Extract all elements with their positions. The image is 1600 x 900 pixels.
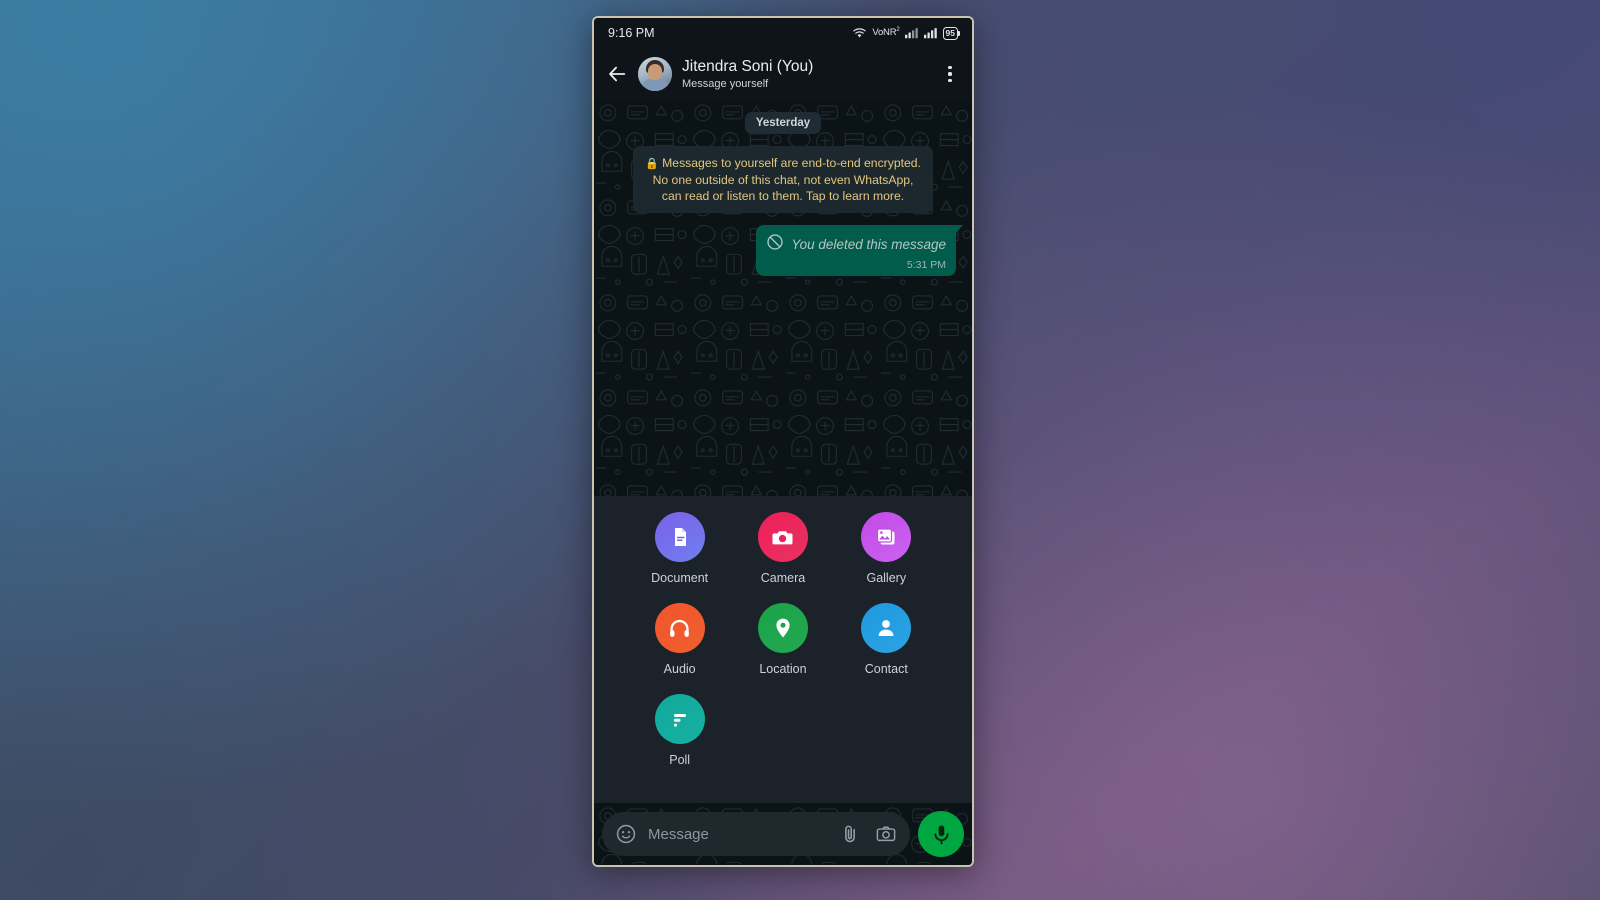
- paperclip-icon[interactable]: [839, 823, 861, 845]
- poll-bars-icon: [673, 714, 686, 727]
- chat-header-text[interactable]: Jitendra Soni (You) Message yourself: [682, 58, 930, 90]
- attachment-label: Contact: [864, 662, 908, 676]
- microphone-button[interactable]: [918, 811, 964, 857]
- lock-icon: 🔒: [645, 158, 659, 170]
- attachment-grid: Document Camera Gallery Audio Location C…: [594, 512, 972, 785]
- contact-status: Message yourself: [682, 77, 769, 90]
- message-bubble-outgoing[interactable]: You deleted this message 5:31 PM: [756, 225, 963, 277]
- status-bar: 9:16 PM VoNR2 95: [594, 18, 972, 48]
- person-icon-circle: [861, 603, 912, 653]
- deleted-message-line: You deleted this message: [766, 233, 946, 256]
- encryption-notice-text: Messages to yourself are end-to-end encr…: [652, 156, 921, 203]
- chat-header: Jitendra Soni (You) Message yourself: [594, 48, 972, 100]
- camera-icon-circle: [757, 512, 808, 562]
- attachment-option-gallery[interactable]: Gallery: [835, 512, 938, 585]
- volte-label: VoNR2: [872, 27, 900, 39]
- attachment-option-location[interactable]: Location: [731, 603, 834, 676]
- attachment-label: Gallery: [866, 571, 907, 585]
- person-icon: [878, 620, 894, 636]
- phone-frame: 9:16 PM VoNR2 95 Jitendra Soni (You) Mes…: [592, 16, 974, 867]
- overflow-menu-icon[interactable]: [940, 63, 960, 85]
- encryption-notice[interactable]: 🔒 Messages to yourself are end-to-end en…: [633, 146, 933, 214]
- emoji-smiley-icon[interactable]: [615, 823, 637, 845]
- attachment-option-document[interactable]: Document: [628, 512, 731, 585]
- document-icon-circle: [654, 512, 705, 562]
- encryption-notice-row: 🔒 Messages to yourself are end-to-end en…: [604, 146, 962, 214]
- camera-icon: [772, 530, 793, 544]
- location-pin-icon: [776, 618, 790, 638]
- back-arrow-icon[interactable]: [606, 63, 628, 85]
- message-row: You deleted this message 5:31 PM: [604, 225, 963, 277]
- attachment-option-camera[interactable]: Camera: [731, 512, 834, 585]
- attachment-option-audio[interactable]: Audio: [628, 603, 731, 676]
- blocked-circle-icon: [766, 233, 784, 256]
- signal-bars-icon: [923, 27, 938, 39]
- attachment-label: Audio: [663, 662, 696, 676]
- message-placeholder: Message: [648, 825, 709, 843]
- contact-name: Jitendra Soni (You): [682, 57, 814, 75]
- camera-icon[interactable]: [875, 823, 897, 845]
- gallery-icon-circle: [861, 512, 912, 562]
- wifi-icon: [852, 27, 867, 39]
- attachment-panel: Document Camera Gallery Audio Location C…: [594, 496, 972, 803]
- status-bar-icons: VoNR2 95: [852, 26, 961, 40]
- attachment-label: Document: [651, 571, 709, 585]
- deleted-message-text: You deleted this message: [791, 237, 946, 253]
- location-pin-icon-circle: [757, 603, 808, 653]
- attachment-option-contact[interactable]: Contact: [835, 603, 938, 676]
- signal-bars-icon: [904, 27, 919, 39]
- document-icon: [674, 528, 686, 546]
- date-divider: Yesterday: [744, 112, 822, 134]
- message-input-bar: Message: [594, 803, 972, 865]
- attachment-label: Camera: [760, 571, 806, 585]
- status-bar-time: 9:16 PM: [608, 26, 655, 40]
- message-input-field[interactable]: Message: [602, 812, 910, 856]
- gallery-icon: [877, 528, 895, 545]
- message-timestamp: 5:31 PM: [906, 259, 946, 272]
- headphones-icon-circle: [654, 603, 705, 653]
- attachment-label: Poll: [669, 753, 691, 767]
- battery-indicator: 95: [942, 26, 961, 40]
- attachment-label: Location: [759, 662, 807, 676]
- poll-bars-icon-circle: [654, 694, 705, 744]
- headphones-icon: [670, 619, 690, 637]
- avatar[interactable]: [638, 57, 672, 91]
- microphone-icon: [933, 824, 949, 844]
- attachment-option-poll[interactable]: Poll: [628, 694, 731, 767]
- date-divider-row: Yesterday: [604, 112, 962, 134]
- phone-screen: 9:16 PM VoNR2 95 Jitendra Soni (You) Mes…: [594, 18, 972, 865]
